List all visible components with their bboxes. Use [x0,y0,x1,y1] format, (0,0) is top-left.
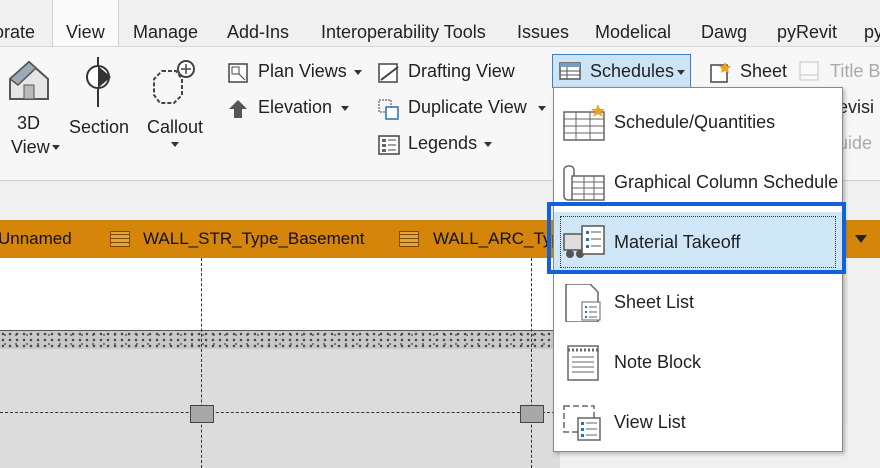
legends-icon[interactable] [378,135,400,155]
tab-interoperability-tools[interactable]: Interoperability Tools [321,0,486,46]
ribbon-tab-bar: orate View Manage Add-Ins Interoperabili… [0,0,880,46]
tab-modelical[interactable]: Modelical [595,0,671,46]
doc-tab-wall-arc[interactable]: WALL_ARC_Typ [433,220,561,258]
grid-line [0,412,560,413]
menu-item-label: Sheet List [614,292,695,312]
3d-view-label-line1[interactable]: 3D [17,113,40,134]
duplicate-view-label[interactable]: Duplicate View [408,97,527,118]
title-block-label[interactable]: Title B [830,61,880,82]
3d-view-caret-icon[interactable] [52,145,60,150]
guide-grid-label-partial[interactable]: uide [838,133,872,154]
highlight-annotation-box [547,202,846,274]
tab-dawg[interactable]: Dawg [701,0,747,46]
grid-line [531,258,532,468]
elevation-label[interactable]: Elevation [258,97,332,118]
tab-collaborate[interactable]: orate [0,0,35,46]
view-list-icon [562,404,606,442]
title-block-icon[interactable] [799,61,819,81]
drafting-view-icon[interactable] [378,63,399,83]
drafting-view-label[interactable]: Drafting View [408,61,515,82]
tab-issues[interactable]: Issues [517,0,569,46]
graphical-column-schedule-icon [562,164,606,202]
callout-label[interactable]: Callout [147,117,203,138]
sheet-list-icon [562,283,606,323]
tab-add-ins[interactable]: Add-Ins [227,0,289,46]
schedule-quantities-icon [562,104,606,142]
tab-py-extra[interactable]: py [864,0,880,46]
menu-item-sheet-list[interactable]: Sheet List [554,272,842,332]
plan-views-caret-icon[interactable] [354,70,362,75]
doc-tab-wall-str[interactable]: WALL_STR_Type_Basement [143,220,364,258]
schedules-caret-icon [677,70,685,75]
column-marker [190,405,214,423]
menu-item-label: Schedule/Quantities [614,112,776,132]
tab-manage[interactable]: Manage [133,0,198,46]
tab-pyrevit[interactable]: pyRevit [777,0,837,46]
menu-item-view-list[interactable]: View List [554,392,842,452]
menu-item-label: View List [614,412,686,432]
plan-views-label[interactable]: Plan Views [258,61,347,82]
sheet-label[interactable]: Sheet [740,61,787,82]
schedules-button[interactable]: Schedules [552,54,691,88]
concrete-slab [0,330,560,350]
menu-item-note-block[interactable]: Note Block [554,332,842,392]
legends-label[interactable]: Legends [408,133,477,154]
tab-list-dropdown-icon[interactable] [855,235,867,243]
schedule-tab-icon [399,231,419,247]
legends-caret-icon[interactable] [484,142,492,147]
grid-line [201,258,202,468]
menu-item-schedule-quantities[interactable]: Schedule/Quantities [554,92,842,152]
callout-caret-icon[interactable] [171,142,179,147]
schedule-tab-icon [110,231,130,247]
elevation-icon[interactable] [228,99,248,119]
duplicate-view-caret-icon[interactable] [538,106,546,111]
house-3d-icon[interactable] [6,59,52,103]
3d-view-label-line2[interactable]: View [11,137,50,158]
drawing-canvas-top[interactable] [0,258,560,330]
note-block-icon [562,344,606,382]
tab-view[interactable]: View [52,0,119,46]
revisions-label-partial[interactable]: evisi [838,97,874,118]
section-label[interactable]: Section [69,117,129,138]
doc-tab-unnamed[interactable]: Unnamed [0,220,72,258]
duplicate-view-icon[interactable] [378,99,399,120]
elevation-caret-icon[interactable] [341,106,349,111]
menu-item-label: Note Block [614,352,702,372]
drawing-canvas-bottom[interactable] [0,349,560,468]
schedule-table-icon [559,62,581,80]
plan-views-icon[interactable] [228,63,248,83]
callout-icon[interactable] [150,59,200,107]
schedules-label: Schedules [590,61,675,81]
section-icon[interactable] [78,57,118,107]
sheet-icon[interactable] [709,61,731,83]
column-marker [520,405,544,423]
